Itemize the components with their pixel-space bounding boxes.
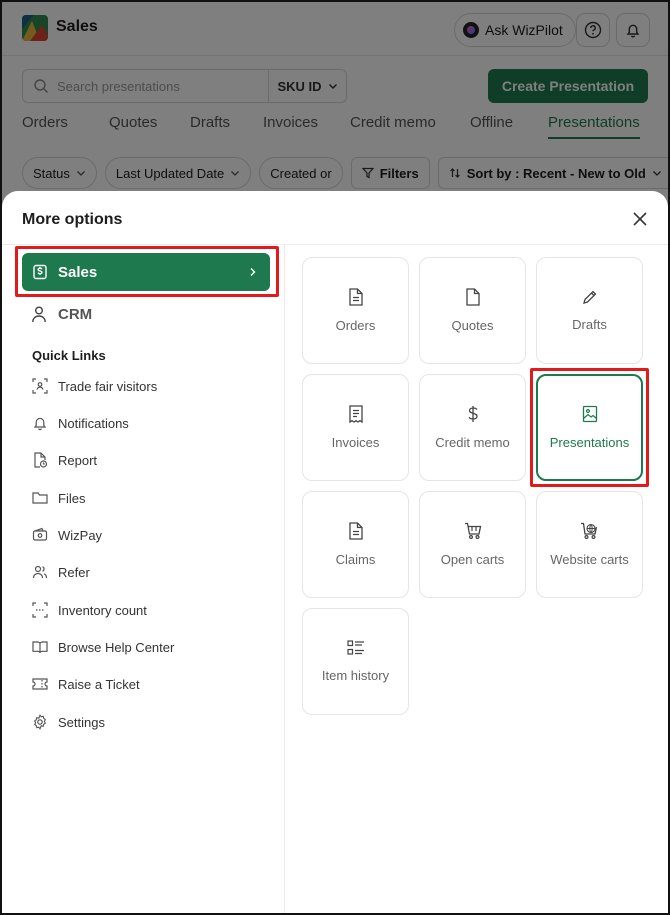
option-card-claims[interactable]: Claims [302,491,409,598]
cart-icon [464,522,481,540]
option-card-invoices[interactable]: Invoices [302,374,409,481]
quick-link-label: Raise a Ticket [58,676,140,692]
option-card-label: Item history [321,668,390,683]
document-icon [465,288,480,306]
document-lines-icon [348,522,363,540]
quick-link-refer[interactable]: Refer [32,564,90,580]
sidebar-item-label: CRM [58,305,93,323]
highlight-box [15,246,279,297]
quick-link-label: Inventory count [58,602,147,618]
report-icon [34,452,48,468]
quick-link-label: Trade fair visitors [58,378,158,394]
option-card-label: Open carts [440,552,505,567]
close-button[interactable] [630,209,650,229]
quick-link-report[interactable]: Report [32,452,97,468]
option-card-item-history[interactable]: Item history [302,608,409,715]
quick-link-label: Report [58,452,98,468]
globe-cart-icon [580,522,597,540]
option-card-label: Credit memo [435,435,510,450]
receipt-icon [348,405,363,423]
highlight-box [530,368,649,487]
bell-icon [33,417,47,431]
scan-user-icon [32,378,48,394]
option-card-credit-memo[interactable]: Credit memo [419,374,526,481]
quick-link-settings[interactable]: Settings [32,714,105,730]
modal-title: More options [22,211,123,228]
more-options-modal: More options Sales CRM Quick Links Trade… [2,191,668,913]
wallet-icon [32,527,48,541]
quick-link-trade-fair-visitors[interactable]: Trade fair visitors [32,378,157,394]
document-lines-icon [348,288,363,306]
scan-icon [32,602,48,618]
quick-link-label: Settings [58,714,105,730]
option-card-label: Drafts [572,317,607,332]
close-icon [633,212,647,226]
book-icon [32,641,48,654]
quick-link-label: Notifications [58,415,129,431]
modal-sidebar: Sales CRM Quick Links Trade fair visitor… [2,245,285,913]
quick-link-label: Browse Help Center [58,639,175,655]
sidebar-item-crm[interactable]: CRM [30,305,92,323]
users-icon [32,565,48,579]
quick-link-label: Files [58,490,86,506]
dollar-icon [467,406,478,422]
modal-header: More options [2,191,668,245]
option-card-label: Invoices [331,435,380,450]
option-card-open-carts[interactable]: Open carts [419,491,526,598]
option-card-quotes[interactable]: Quotes [419,257,526,364]
quick-link-label: WizPay [58,527,103,543]
option-card-label: Claims [335,552,376,567]
list-icon [346,640,364,655]
quick-link-files[interactable]: Files [32,490,85,506]
quick-link-raise-ticket[interactable]: Raise a Ticket [32,676,140,692]
option-card-drafts[interactable]: Drafts [536,257,643,364]
quick-link-notifications[interactable]: Notifications [32,415,129,431]
option-card-label: Orders [335,318,376,333]
option-card-orders[interactable]: Orders [302,257,409,364]
option-card-label: Website carts [550,552,629,567]
gear-icon [34,714,46,730]
quick-link-label: Refer [58,564,90,580]
pencil-icon [582,290,596,304]
quick-link-inventory-count[interactable]: Inventory count [32,602,147,618]
quick-links-title: Quick Links [32,348,106,363]
option-card-label: Quotes [451,318,494,333]
option-card-website-carts[interactable]: Website carts [536,491,643,598]
quick-link-browse-help-center[interactable]: Browse Help Center [32,639,174,655]
user-icon [32,306,46,323]
screen-frame: Sales Ask WizPilot Search presentations … [0,0,670,915]
quick-link-wizpay[interactable]: WizPay [32,527,102,543]
folder-icon [32,492,48,504]
ticket-icon [32,678,48,690]
